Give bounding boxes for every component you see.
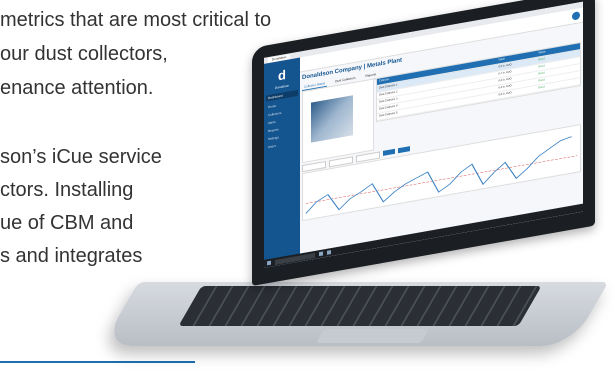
windows-start-icon[interactable]	[267, 260, 271, 266]
trackpad	[315, 329, 430, 343]
collector-card	[302, 78, 374, 164]
article-line: metrics that are most critical to	[0, 9, 272, 31]
laptop-screen-bezel: Donaldson d Donaldson Dashboard Home Col…	[252, 0, 595, 287]
article-line: ctors. Installing	[0, 179, 134, 201]
article-line: our dust collectors,	[0, 43, 168, 65]
collector-photo	[311, 95, 353, 143]
keyboard	[178, 286, 542, 326]
accent-divider	[0, 361, 195, 363]
logo-icon: d	[278, 67, 286, 84]
app-screen: Donaldson d Donaldson Dashboard Home Col…	[264, 1, 583, 268]
article-line: ue of CBM and	[0, 212, 134, 234]
task-view-icon[interactable]	[319, 251, 323, 257]
apply-filter-button[interactable]	[383, 148, 395, 156]
user-avatar[interactable]	[572, 11, 580, 21]
sidebar: d Donaldson Dashboard Home Collectors Al…	[264, 57, 300, 268]
article-line: enance attention.	[0, 77, 154, 99]
article-line: s and integrates	[0, 245, 143, 267]
browser-icon[interactable]	[327, 250, 331, 255]
article-line: son’s iCue service	[0, 146, 162, 168]
export-button[interactable]	[398, 146, 410, 154]
